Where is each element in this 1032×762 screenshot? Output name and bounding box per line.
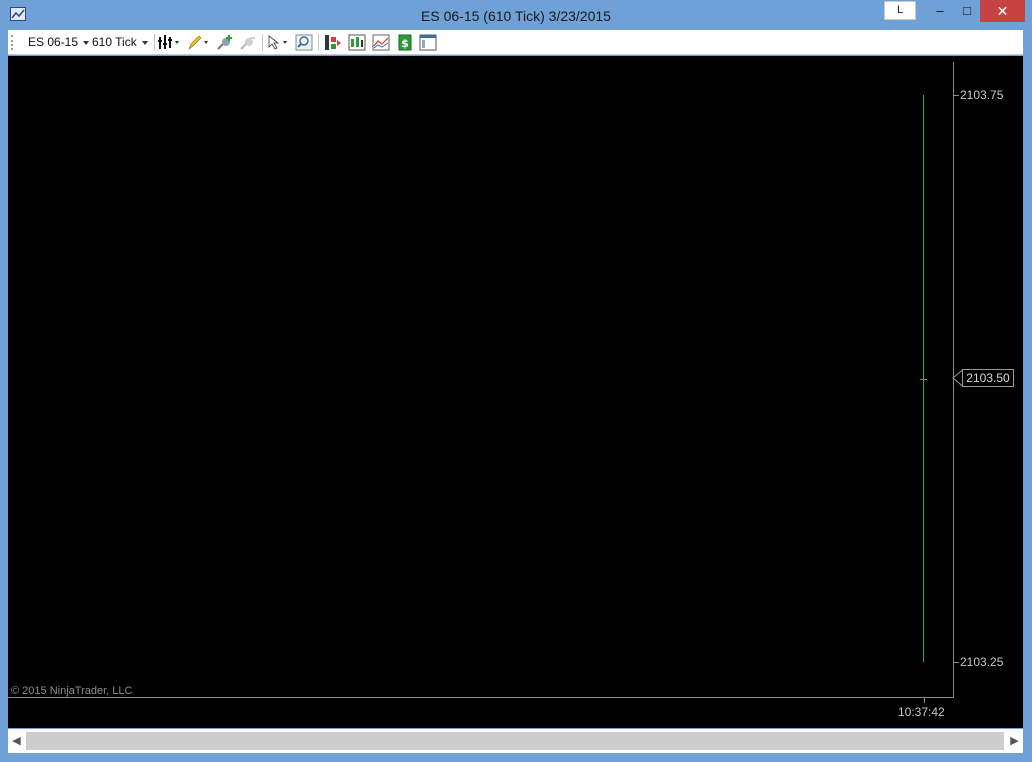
horizontal-scrollbar[interactable]: ◀ ▶ xyxy=(8,729,1023,753)
instrument-selector[interactable]: ES 06-15 xyxy=(28,30,90,55)
strategies-icon[interactable] xyxy=(324,34,342,51)
close-button[interactable]: ✕ xyxy=(980,0,1025,22)
interval-label: 610 Tick xyxy=(92,35,137,49)
price-chart[interactable]: 2103.75 2103.25 2103.50 10:37:42 © 2015 … xyxy=(8,56,1023,728)
copyright-text: © 2015 NinjaTrader, LLC xyxy=(11,685,133,697)
chart-window: ES 06-15 (610 Tick) 3/23/2015 L – □ ✕ ES… xyxy=(0,0,1032,762)
toolbar-divider xyxy=(318,34,319,51)
add-indicator-icon[interactable] xyxy=(216,34,234,51)
select-cursor-icon[interactable] xyxy=(266,34,290,51)
chevron-down-icon xyxy=(141,40,148,45)
scroll-left-button[interactable]: ◀ xyxy=(8,729,25,753)
chart-style-icon[interactable] xyxy=(158,34,182,51)
price-bar-close-tick xyxy=(920,379,927,380)
price-label-bottom: 2103.25 xyxy=(960,655,1004,669)
data-series-icon[interactable] xyxy=(372,34,390,51)
maximize-button[interactable]: □ xyxy=(954,0,980,22)
price-label-top: 2103.75 xyxy=(960,88,1004,102)
time-tick xyxy=(924,698,925,703)
scroll-right-button[interactable]: ▶ xyxy=(1006,729,1023,753)
scroll-thumb[interactable] xyxy=(26,732,1004,750)
time-axis-line xyxy=(8,697,954,698)
price-tick xyxy=(954,662,959,663)
order-entry-icon[interactable]: $ xyxy=(396,34,414,51)
price-tick xyxy=(954,95,959,96)
remove-indicator-icon[interactable] xyxy=(239,34,257,51)
window-title: ES 06-15 (610 Tick) 3/23/2015 xyxy=(421,8,611,24)
title-bar[interactable]: ES 06-15 (610 Tick) 3/23/2015 L – □ ✕ xyxy=(0,0,1032,30)
instrument-label: ES 06-15 xyxy=(28,35,79,49)
svg-text:$: $ xyxy=(401,37,409,50)
interval-selector[interactable]: 610 Tick xyxy=(92,30,148,55)
properties-icon[interactable] xyxy=(419,34,437,51)
toolbar-divider xyxy=(262,34,263,51)
zoom-icon[interactable] xyxy=(295,34,313,51)
toolbar-grip-icon[interactable] xyxy=(11,35,15,50)
current-price-label: 2103.50 xyxy=(962,369,1014,387)
chevron-down-icon xyxy=(83,40,90,45)
chart-toolbar: ES 06-15 610 Tick $ xyxy=(8,30,1023,55)
minimize-button[interactable]: – xyxy=(926,0,954,22)
toolbar-divider xyxy=(154,34,155,51)
drawing-tool-icon[interactable] xyxy=(187,34,211,51)
time-label: 10:37:42 xyxy=(898,705,945,719)
link-button[interactable]: L xyxy=(884,1,916,20)
bar-type-icon[interactable] xyxy=(348,34,366,51)
